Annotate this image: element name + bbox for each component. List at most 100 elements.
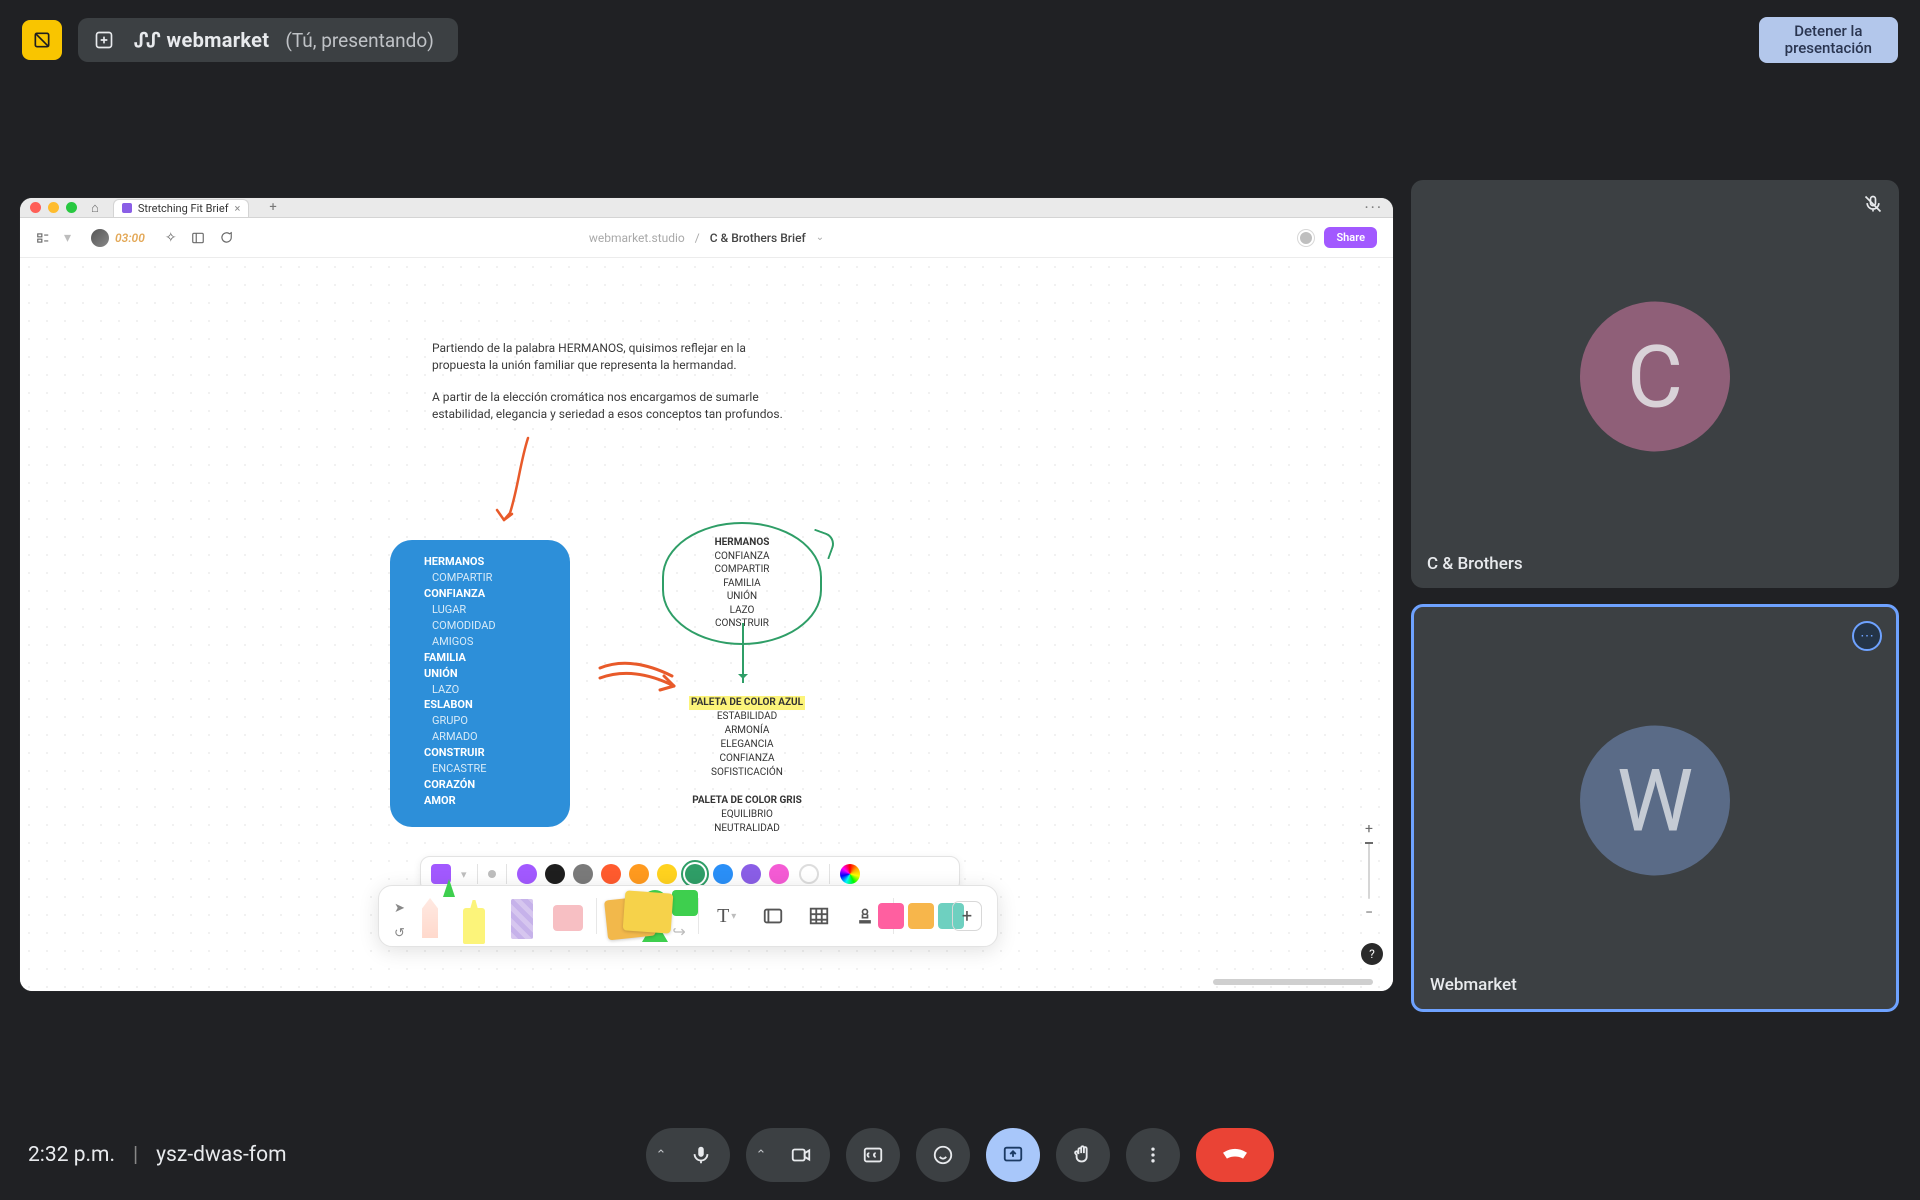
concepts-card[interactable]: HERMANOSCOMPARTIRCONFIANZALUGARCOMODIDAD… xyxy=(390,540,570,827)
paragraph-2: A partir de la elección cromática nos en… xyxy=(432,389,802,424)
color-swatch[interactable] xyxy=(657,864,677,884)
square-shape-icon[interactable] xyxy=(672,890,698,916)
color-swatch[interactable] xyxy=(769,864,789,884)
raise-hand-button[interactable] xyxy=(1056,1128,1110,1182)
chevron-up-icon[interactable]: ⌃ xyxy=(746,1148,776,1163)
hang-up-button[interactable] xyxy=(1196,1128,1274,1182)
stop-presenting-button[interactable]: Detener la presentación xyxy=(1759,17,1898,64)
card-word: AMOR xyxy=(424,793,560,809)
toolbar-left: ▾ 03:00 ✧ xyxy=(36,227,233,249)
layout-icon[interactable] xyxy=(191,231,205,245)
meeting-info: 2:32 p.m. | ysz-dwas-fom xyxy=(28,1143,287,1167)
tab-close-icon[interactable]: × xyxy=(235,202,241,215)
participant-name: Webmarket xyxy=(1430,975,1517,995)
breadcrumb[interactable]: webmarket.studio / C & Brothers Brief ⌄ xyxy=(589,231,824,245)
maximize-window-icon[interactable] xyxy=(66,202,77,213)
oval-word: FAMILIA xyxy=(670,577,814,591)
sparkle-icon[interactable]: ✧ xyxy=(165,230,177,246)
tile-more-icon[interactable]: ⋯ xyxy=(1852,621,1882,651)
color-swatch[interactable] xyxy=(545,864,565,884)
card-word: CONFIANZA xyxy=(424,586,560,602)
add-tab-icon[interactable] xyxy=(90,26,118,54)
color-wheel-icon[interactable] xyxy=(840,864,860,884)
color-swatch[interactable] xyxy=(601,864,621,884)
crumb-document[interactable]: C & Brothers Brief xyxy=(710,231,806,245)
chevron-down-icon[interactable]: ▾ xyxy=(461,868,467,881)
color-swatch[interactable] xyxy=(685,864,705,884)
palette-item: EQUILIBRIO xyxy=(652,808,842,822)
color-swatch[interactable] xyxy=(517,864,537,884)
card-word: LAZO xyxy=(424,682,560,698)
chevron-down-icon[interactable]: ⌄ xyxy=(816,232,824,243)
color-swatch[interactable] xyxy=(713,864,733,884)
table-tool[interactable] xyxy=(801,895,837,937)
help-icon[interactable]: ? xyxy=(1361,943,1383,965)
home-icon[interactable]: ⌂ xyxy=(91,200,99,216)
browser-tab[interactable]: Stretching Fit Brief × xyxy=(113,199,250,217)
crumb-workspace[interactable]: webmarket.studio xyxy=(589,231,685,245)
oval-word: LAZO xyxy=(670,604,814,618)
sticker-tool[interactable] xyxy=(903,895,939,937)
comment-icon[interactable] xyxy=(219,231,233,245)
cursor-tools: ➤ ↺ xyxy=(394,901,420,941)
color-swatch[interactable] xyxy=(629,864,649,884)
text-tool[interactable]: T▾ xyxy=(709,895,745,937)
timer-avatar-icon xyxy=(91,229,109,247)
card-word: HERMANOS xyxy=(424,554,560,570)
share-button[interactable]: Share xyxy=(1324,227,1377,248)
main-toolbar[interactable]: ↪ T▾ + xyxy=(378,885,998,947)
mac-titlebar: ⌂ Stretching Fit Brief × + ··· xyxy=(20,198,1393,218)
toolbar-right: Share xyxy=(1298,227,1377,248)
highlighter-tool[interactable] xyxy=(458,895,494,937)
window-controls[interactable] xyxy=(30,202,77,213)
menu-icon[interactable] xyxy=(36,231,50,245)
redo-icon[interactable]: ↪ xyxy=(672,922,698,941)
participant-tile-webmarket[interactable]: ⋯ W Webmarket xyxy=(1411,604,1899,1012)
paragraph-1: Partiendo de la palabra HERMANOS, quisim… xyxy=(432,340,802,375)
palette-item: ESTABILIDAD xyxy=(652,710,842,724)
timer-chip[interactable]: 03:00 xyxy=(85,227,151,249)
minimize-window-icon[interactable] xyxy=(48,202,59,213)
card-word: UNIÓN xyxy=(424,666,560,682)
zoom-controls[interactable]: + − xyxy=(1359,821,1379,921)
stroke-width-icon[interactable] xyxy=(488,870,496,878)
timer-value: 03:00 xyxy=(115,231,145,245)
chevron-up-icon[interactable]: ⌃ xyxy=(646,1148,676,1163)
undo-tool-icon[interactable]: ↺ xyxy=(394,926,420,941)
camera-button[interactable]: ⌃ xyxy=(746,1128,830,1182)
eraser-tool[interactable] xyxy=(550,895,586,937)
no-color-swatch[interactable] xyxy=(799,864,819,884)
add-tool[interactable]: + xyxy=(949,895,985,937)
sticky-note-tool[interactable] xyxy=(606,895,642,937)
washi-tool[interactable] xyxy=(504,895,540,937)
captions-button[interactable] xyxy=(846,1128,900,1182)
close-window-icon[interactable] xyxy=(30,202,41,213)
mic-button[interactable]: ⌃ xyxy=(646,1128,730,1182)
oval-word: CONFIANZA xyxy=(670,550,814,564)
avatar: W xyxy=(1580,726,1730,876)
participant-tile-c-brothers[interactable]: C C & Brothers xyxy=(1411,180,1899,588)
color-swatch[interactable] xyxy=(573,864,593,884)
palette-item: ARMONÍA xyxy=(652,724,842,738)
brand-mark-icon: ᔑᔑ xyxy=(134,28,158,53)
avatar: C xyxy=(1580,302,1730,452)
card-word: COMPARTIR xyxy=(424,570,560,586)
zoom-in-icon[interactable]: + xyxy=(1365,821,1373,837)
new-tab-icon[interactable]: + xyxy=(269,200,276,215)
whiteboard-canvas[interactable]: Partiendo de la palabra HERMANOS, quisim… xyxy=(20,258,1393,991)
present-button[interactable] xyxy=(986,1128,1040,1182)
more-options-button[interactable] xyxy=(1126,1128,1180,1182)
camera-icon xyxy=(778,1144,824,1166)
palette-block: PALETA DE COLOR AZUL ESTABILIDADARMONÍAE… xyxy=(652,696,842,836)
card-word: ENCASTRE xyxy=(424,761,560,777)
tab-overflow-icon[interactable]: ··· xyxy=(1364,198,1383,217)
zoom-slider[interactable] xyxy=(1368,843,1370,899)
zoom-out-icon[interactable]: − xyxy=(1365,905,1373,921)
pointer-tool-icon[interactable]: ➤ xyxy=(394,901,420,916)
color-swatch[interactable] xyxy=(741,864,761,884)
reactions-button[interactable] xyxy=(916,1128,970,1182)
frame-tool[interactable] xyxy=(755,895,791,937)
presence-avatar-icon[interactable] xyxy=(1298,230,1314,246)
horizontal-scrollbar[interactable] xyxy=(1213,979,1373,985)
muted-icon xyxy=(1863,194,1883,214)
